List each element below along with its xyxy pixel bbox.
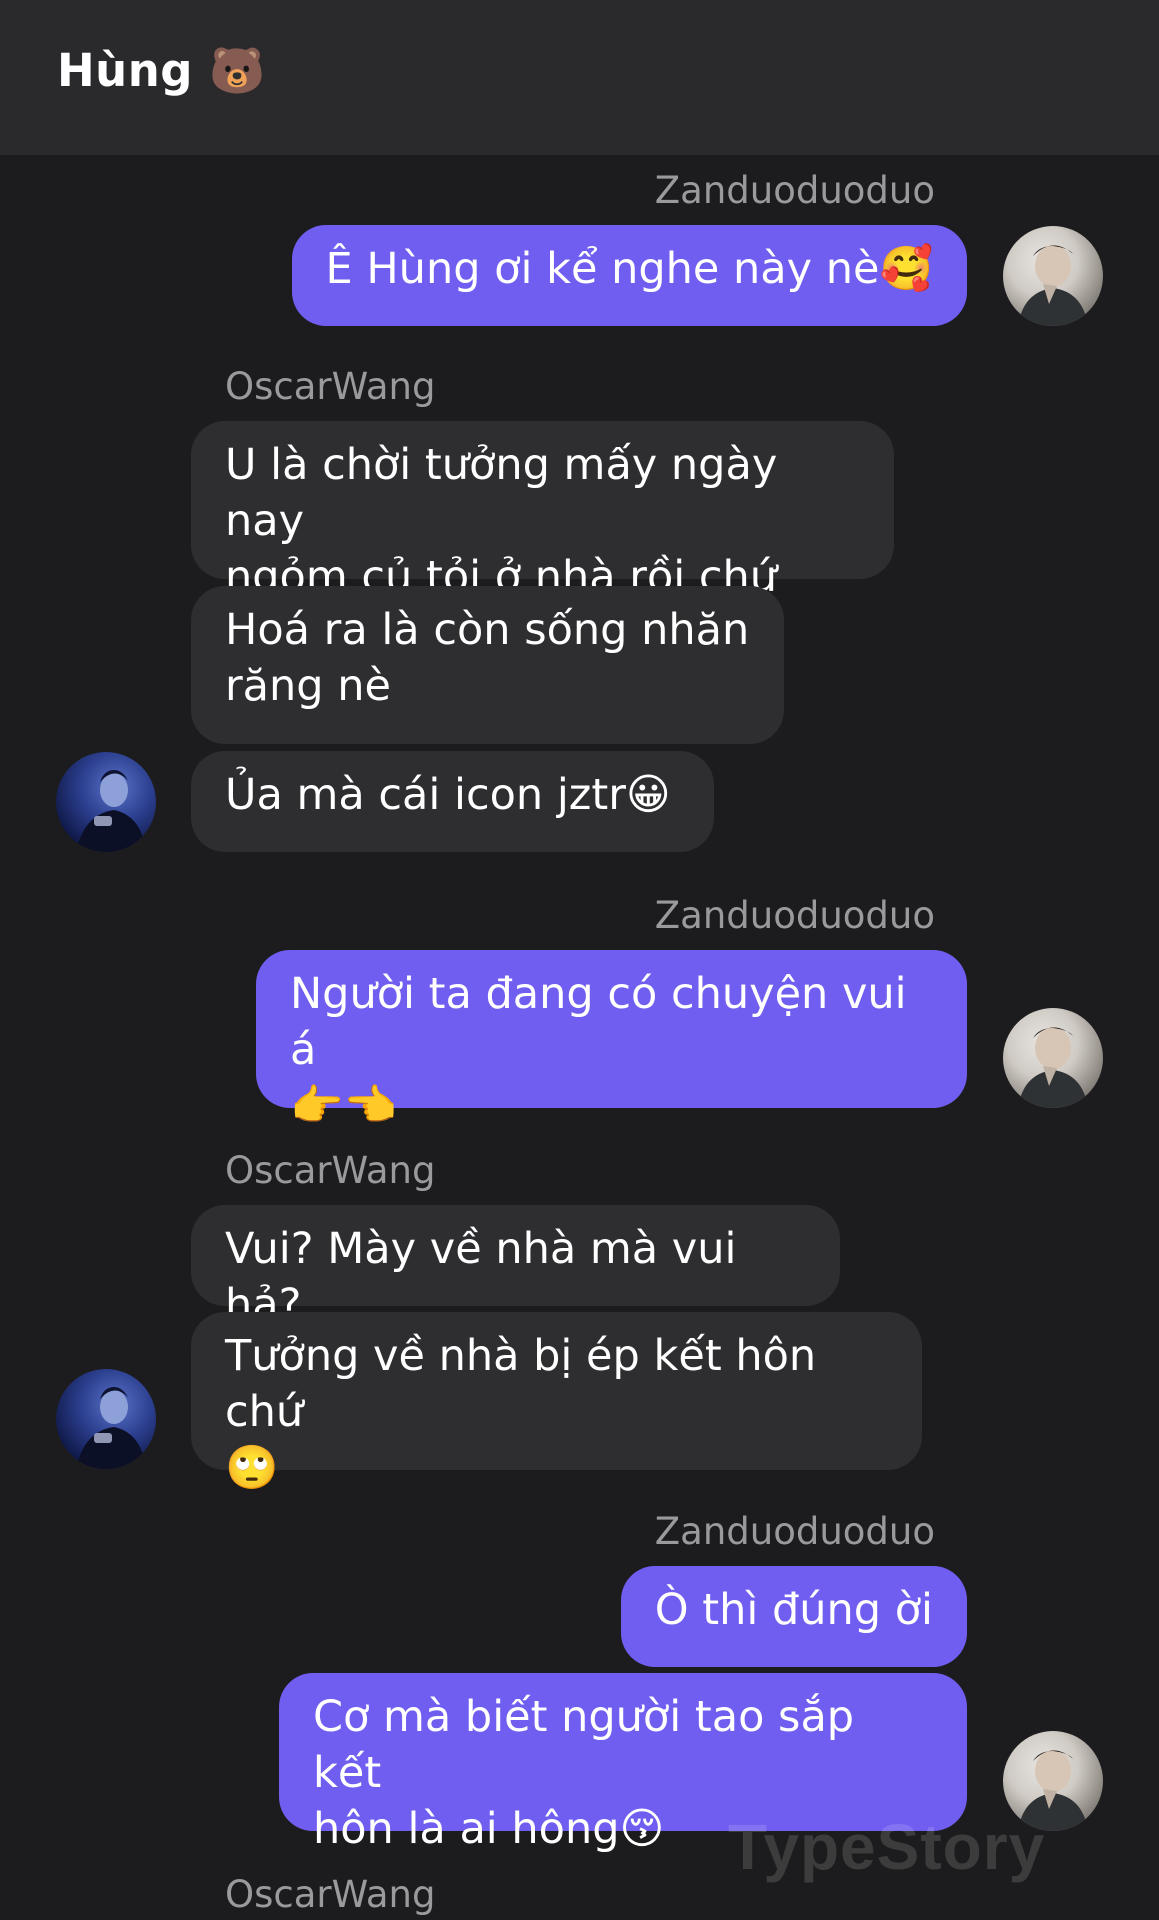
- message-bubble-outgoing[interactable]: Ê Hùng ơi kể nghe này nè🥰: [291, 225, 967, 326]
- sender-name-zanduoduoduo: Zanduoduoduo: [654, 169, 935, 212]
- message-bubble-incoming[interactable]: Hoá ra là còn sống nhăn răng nè: [191, 586, 784, 744]
- message-bubble-outgoing[interactable]: Người ta đang có chuyện vui á 👉👈: [256, 950, 967, 1131]
- avatar-photo-icon: [76, 1387, 146, 1469]
- sender-name-zanduoduoduo: Zanduoduoduo: [654, 1510, 935, 1553]
- message-bubble-incoming[interactable]: U là chời tưởng mấy ngày nay ngỏm củ tỏi…: [191, 421, 894, 602]
- message-bubble-incoming[interactable]: Tưởng về nhà bị ép kết hôn chứ 🙄: [191, 1312, 922, 1493]
- avatar-photo-icon: [1018, 245, 1088, 326]
- message-bubble-outgoing[interactable]: Ò thì đúng ời: [620, 1566, 967, 1667]
- sender-name-oscarwang: OscarWang: [225, 1873, 436, 1916]
- sender-name-oscarwang: OscarWang: [225, 1149, 436, 1192]
- sender-name-zanduoduoduo: Zanduoduoduo: [654, 894, 935, 937]
- chat-header: Hùng 🐻: [0, 0, 1159, 155]
- avatar-photo-icon: [76, 770, 146, 852]
- avatar-oscarwang[interactable]: [56, 1369, 156, 1469]
- message-bubble-outgoing[interactable]: Cơ mà biết người tao sắp kết hôn là ai h…: [279, 1673, 967, 1854]
- watermark: TypeStory: [728, 1811, 1046, 1883]
- avatar-oscarwang[interactable]: [56, 752, 156, 852]
- message-bubble-incoming[interactable]: Vui? Mày về nhà mà vui hả?: [191, 1205, 840, 1330]
- sender-name-oscarwang: OscarWang: [225, 365, 436, 408]
- message-bubble-incoming[interactable]: Ủa mà cái icon jztr😀: [191, 751, 714, 852]
- avatar-zanduoduoduo[interactable]: [1003, 1008, 1103, 1108]
- avatar-zanduoduoduo[interactable]: [1003, 226, 1103, 326]
- avatar-photo-icon: [1018, 1027, 1088, 1108]
- chat-title[interactable]: Hùng 🐻: [57, 44, 266, 97]
